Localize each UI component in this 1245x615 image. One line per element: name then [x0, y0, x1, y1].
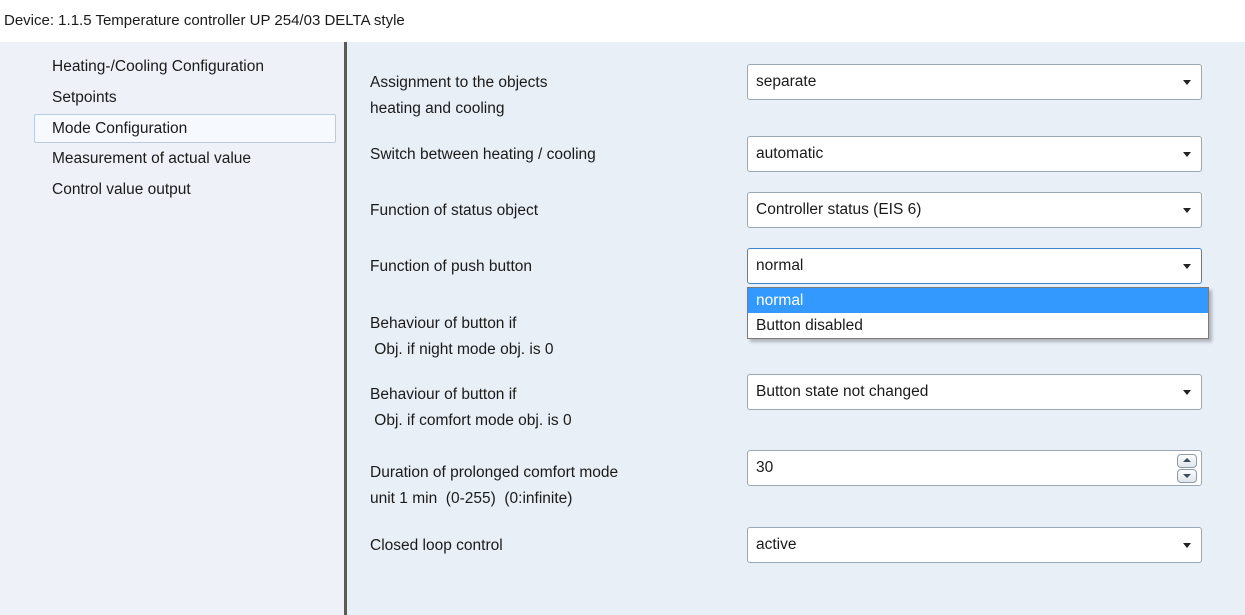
chevron-down-icon — [1183, 152, 1191, 157]
chevron-down-icon — [1183, 208, 1191, 213]
switch-heating-cooling-select[interactable]: automatic — [747, 136, 1202, 172]
comfort-mode-label-line1: Behaviour of button if — [370, 386, 517, 403]
prolonged-comfort-label-line2: unit 1 min (0-255) (0:infinite) — [370, 490, 573, 507]
push-button-label: Function of push button — [370, 258, 533, 275]
comfort-mode-select-value: Button state not changed — [756, 383, 929, 400]
push-button-select-value: normal — [756, 257, 804, 274]
prolonged-comfort-input[interactable] — [749, 452, 1159, 484]
dropdown-option-normal[interactable]: normal — [748, 288, 1208, 313]
sidebar-item-control-value-output[interactable]: Control value output — [34, 176, 336, 205]
arrow-up-icon — [1183, 458, 1191, 462]
sidebar-item-mode-configuration[interactable]: Mode Configuration — [34, 114, 336, 143]
arrow-down-icon — [1183, 474, 1191, 478]
switch-heating-cooling-label: Switch between heating / cooling — [370, 146, 596, 163]
sidebar-item-heating-cooling-configuration[interactable]: Heating-/Cooling Configuration — [34, 53, 336, 82]
spin-down-button[interactable] — [1177, 469, 1197, 483]
closed-loop-label: Closed loop control — [370, 537, 503, 554]
push-button-select[interactable]: normal — [747, 248, 1202, 284]
comfort-mode-select[interactable]: Button state not changed — [747, 374, 1202, 410]
prolonged-comfort-spinbox — [747, 450, 1202, 486]
sidebar-item-setpoints[interactable]: Setpoints — [34, 84, 336, 113]
prolonged-comfort-label-line1: Duration of prolonged comfort mode — [370, 464, 619, 481]
assignment-label-line2: heating and cooling — [370, 100, 505, 117]
assignment-select-value: separate — [756, 73, 817, 90]
status-object-select[interactable]: Controller status (EIS 6) — [747, 192, 1202, 228]
night-mode-label-line1: Behaviour of button if — [370, 315, 517, 332]
closed-loop-select[interactable]: active — [747, 527, 1202, 563]
assignment-label-line1: Assignment to the objects — [370, 74, 548, 91]
switch-heating-cooling-select-value: automatic — [756, 145, 824, 162]
chevron-down-icon — [1183, 390, 1191, 395]
chevron-down-icon — [1183, 264, 1191, 269]
comfort-mode-label-line2: Obj. if comfort mode obj. is 0 — [370, 412, 572, 429]
status-object-select-value: Controller status (EIS 6) — [756, 201, 922, 218]
sidebar-item-measurement-of-actual-value[interactable]: Measurement of actual value — [34, 145, 336, 174]
spin-up-button[interactable] — [1177, 454, 1197, 468]
push-button-dropdown-list: normal Button disabled — [747, 287, 1209, 339]
night-mode-label-line2: Obj. if night mode obj. is 0 — [370, 341, 554, 358]
closed-loop-select-value: active — [756, 536, 797, 553]
assignment-select[interactable]: separate — [747, 64, 1202, 100]
chevron-down-icon — [1183, 543, 1191, 548]
status-object-label: Function of status object — [370, 202, 539, 219]
dropdown-option-button-disabled[interactable]: Button disabled — [748, 313, 1208, 338]
chevron-down-icon — [1183, 80, 1191, 85]
window-title: Device: 1.1.5 Temperature controller UP … — [0, 0, 1245, 42]
